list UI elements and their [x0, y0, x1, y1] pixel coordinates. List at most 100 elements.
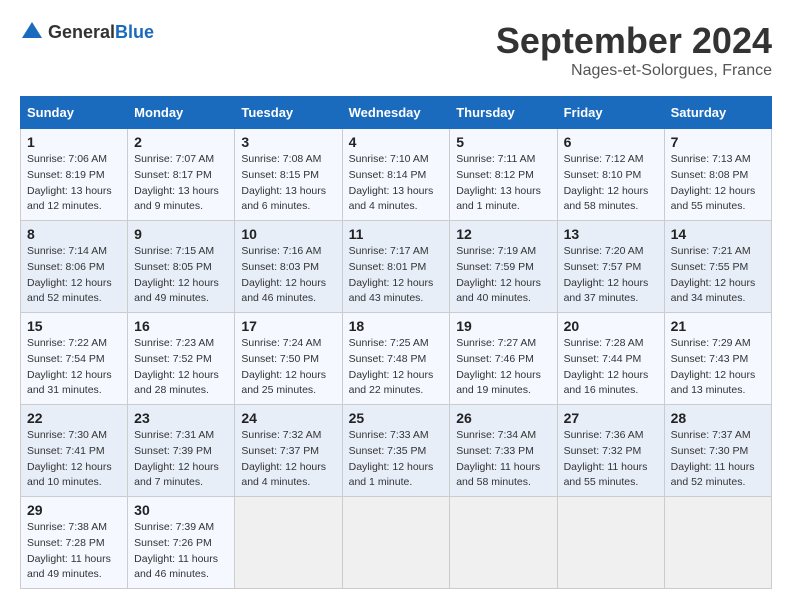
calendar-cell: 17Sunrise: 7:24 AMSunset: 7:50 PMDayligh…: [235, 313, 342, 405]
day-number: 19: [456, 318, 550, 334]
day-number: 22: [27, 410, 121, 426]
calendar-cell: 7Sunrise: 7:13 AMSunset: 8:08 PMDaylight…: [664, 129, 771, 221]
day-number: 27: [564, 410, 658, 426]
calendar-cell: 22 Sunrise: 7:30 AMSunset: 7:41 PMDayligh…: [21, 405, 128, 497]
calendar-cell: 26 Sunrise: 7:34 AMSunset: 7:33 PMDayligh…: [450, 405, 557, 497]
day-info: Sunrise: 7:38 AMSunset: 7:28 PMDaylight:…: [27, 520, 121, 583]
day-info: Sunrise: 7:23 AMSunset: 7:52 PMDaylight:…: [134, 336, 228, 399]
calendar-cell: 12 Sunrise: 7:19 AMSunset: 7:59 PMDayligh…: [450, 221, 557, 313]
calendar-cell: 2 Sunrise: 7:07 AMSunset: 8:17 PMDaylight…: [128, 129, 235, 221]
day-number: 16: [134, 318, 228, 334]
day-number: 10: [241, 226, 335, 242]
day-info: Sunrise: 7:36 AMSunset: 7:32 PMDaylight:…: [564, 428, 658, 491]
day-number: 21: [671, 318, 765, 334]
day-info: Sunrise: 7:25 AMSunset: 7:48 PMDaylight:…: [349, 336, 444, 399]
day-number: 29: [27, 502, 121, 518]
day-number: 30: [134, 502, 228, 518]
day-info: Sunrise: 7:12 AMSunset: 8:10 PMDaylight:…: [564, 152, 658, 215]
calendar-cell: 15 Sunrise: 7:22 AMSunset: 7:54 PMDayligh…: [21, 313, 128, 405]
day-number: 11: [349, 226, 444, 242]
location-subtitle: Nages-et-Solorgues, France: [496, 62, 772, 80]
day-number: 26: [456, 410, 550, 426]
day-info: Sunrise: 7:11 AMSunset: 8:12 PMDaylight:…: [456, 152, 550, 215]
day-info: Sunrise: 7:14 AMSunset: 8:06 PMDaylight:…: [27, 244, 121, 307]
day-number: 18: [349, 318, 444, 334]
day-number: 13: [564, 226, 658, 242]
day-info: Sunrise: 7:16 AMSunset: 8:03 PMDaylight:…: [241, 244, 335, 307]
day-info: Sunrise: 7:30 AMSunset: 7:41 PMDaylight:…: [27, 428, 121, 491]
calendar-cell: [557, 497, 664, 589]
calendar-cell: [664, 497, 771, 589]
day-number: 25: [349, 410, 444, 426]
day-number: 12: [456, 226, 550, 242]
calendar-cell: 25Sunrise: 7:33 AMSunset: 7:35 PMDayligh…: [342, 405, 450, 497]
calendar-cell: 24 Sunrise: 7:32 AMSunset: 7:37 PMDayligh…: [235, 405, 342, 497]
day-number: 9: [134, 226, 228, 242]
day-info: Sunrise: 7:15 AMSunset: 8:05 PMDaylight:…: [134, 244, 228, 307]
day-number: 14: [671, 226, 765, 242]
calendar-cell: 14 Sunrise: 7:21 AMSunset: 7:55 PMDayligh…: [664, 221, 771, 313]
calendar-week-row: 15 Sunrise: 7:22 AMSunset: 7:54 PMDayligh…: [21, 313, 772, 405]
day-info: Sunrise: 7:24 AMSunset: 7:50 PMDaylight:…: [241, 336, 335, 399]
month-year-title: September 2024: [496, 20, 772, 62]
logo: GeneralBlue: [20, 20, 154, 44]
calendar-table: SundayMondayTuesdayWednesdayThursdayFrid…: [20, 96, 772, 589]
day-number: 15: [27, 318, 121, 334]
day-info: Sunrise: 7:31 AMSunset: 7:39 PMDaylight:…: [134, 428, 228, 491]
day-info: Sunrise: 7:37 AMSunset: 7:30 PMDaylight:…: [671, 428, 765, 491]
day-info: Sunrise: 7:27 AMSunset: 7:46 PMDaylight:…: [456, 336, 550, 399]
weekday-header-row: SundayMondayTuesdayWednesdayThursdayFrid…: [21, 97, 772, 129]
weekday-header-monday: Monday: [128, 97, 235, 129]
day-info: Sunrise: 7:07 AMSunset: 8:17 PMDaylight:…: [134, 152, 228, 215]
calendar-cell: 18 Sunrise: 7:25 AMSunset: 7:48 PMDayligh…: [342, 313, 450, 405]
day-info: Sunrise: 7:10 AMSunset: 8:14 PMDaylight:…: [349, 152, 444, 215]
calendar-cell: 4 Sunrise: 7:10 AMSunset: 8:14 PMDaylight…: [342, 129, 450, 221]
weekday-header-friday: Friday: [557, 97, 664, 129]
day-number: 7: [671, 134, 765, 150]
calendar-cell: 8Sunrise: 7:14 AMSunset: 8:06 PMDaylight…: [21, 221, 128, 313]
calendar-cell: 19 Sunrise: 7:27 AMSunset: 7:46 PMDayligh…: [450, 313, 557, 405]
day-number: 23: [134, 410, 228, 426]
day-number: 1: [27, 134, 121, 150]
weekday-header-sunday: Sunday: [21, 97, 128, 129]
calendar-cell: 23 Sunrise: 7:31 AMSunset: 7:39 PMDayligh…: [128, 405, 235, 497]
day-info: Sunrise: 7:08 AMSunset: 8:15 PMDaylight:…: [241, 152, 335, 215]
day-number: 5: [456, 134, 550, 150]
calendar-cell: 30Sunrise: 7:39 AMSunset: 7:26 PMDayligh…: [128, 497, 235, 589]
day-info: Sunrise: 7:32 AMSunset: 7:37 PMDaylight:…: [241, 428, 335, 491]
calendar-cell: [342, 497, 450, 589]
calendar-cell: 5 Sunrise: 7:11 AMSunset: 8:12 PMDaylight…: [450, 129, 557, 221]
calendar-cell: [450, 497, 557, 589]
day-info: Sunrise: 7:28 AMSunset: 7:44 PMDaylight:…: [564, 336, 658, 399]
calendar-cell: 10 Sunrise: 7:16 AMSunset: 8:03 PMDayligh…: [235, 221, 342, 313]
day-info: Sunrise: 7:22 AMSunset: 7:54 PMDaylight:…: [27, 336, 121, 399]
day-number: 20: [564, 318, 658, 334]
day-number: 2: [134, 134, 228, 150]
day-info: Sunrise: 7:19 AMSunset: 7:59 PMDaylight:…: [456, 244, 550, 307]
calendar-cell: [235, 497, 342, 589]
day-info: Sunrise: 7:29 AMSunset: 7:43 PMDaylight:…: [671, 336, 765, 399]
weekday-header-saturday: Saturday: [664, 97, 771, 129]
day-number: 24: [241, 410, 335, 426]
day-info: Sunrise: 7:06 AMSunset: 8:19 PMDaylight:…: [27, 152, 121, 215]
weekday-header-thursday: Thursday: [450, 97, 557, 129]
day-info: Sunrise: 7:21 AMSunset: 7:55 PMDaylight:…: [671, 244, 765, 307]
calendar-cell: 9 Sunrise: 7:15 AMSunset: 8:05 PMDaylight…: [128, 221, 235, 313]
calendar-cell: 16 Sunrise: 7:23 AMSunset: 7:52 PMDayligh…: [128, 313, 235, 405]
day-number: 4: [349, 134, 444, 150]
logo-icon: [20, 20, 44, 44]
calendar-week-row: 8Sunrise: 7:14 AMSunset: 8:06 PMDaylight…: [21, 221, 772, 313]
calendar-cell: 28Sunrise: 7:37 AMSunset: 7:30 PMDayligh…: [664, 405, 771, 497]
day-info: Sunrise: 7:34 AMSunset: 7:33 PMDaylight:…: [456, 428, 550, 491]
weekday-header-tuesday: Tuesday: [235, 97, 342, 129]
calendar-cell: 1 Sunrise: 7:06 AMSunset: 8:19 PMDaylight…: [21, 129, 128, 221]
calendar-cell: 11Sunrise: 7:17 AMSunset: 8:01 PMDayligh…: [342, 221, 450, 313]
title-area: September 2024 Nages-et-Solorgues, Franc…: [496, 20, 772, 80]
day-number: 3: [241, 134, 335, 150]
page-header: GeneralBlue September 2024 Nages-et-Solo…: [20, 20, 772, 80]
calendar-cell: 13Sunrise: 7:20 AMSunset: 7:57 PMDayligh…: [557, 221, 664, 313]
calendar-week-row: 1 Sunrise: 7:06 AMSunset: 8:19 PMDaylight…: [21, 129, 772, 221]
logo-text-general: General: [48, 22, 115, 42]
calendar-cell: 20 Sunrise: 7:28 AMSunset: 7:44 PMDayligh…: [557, 313, 664, 405]
calendar-cell: 3 Sunrise: 7:08 AMSunset: 8:15 PMDaylight…: [235, 129, 342, 221]
